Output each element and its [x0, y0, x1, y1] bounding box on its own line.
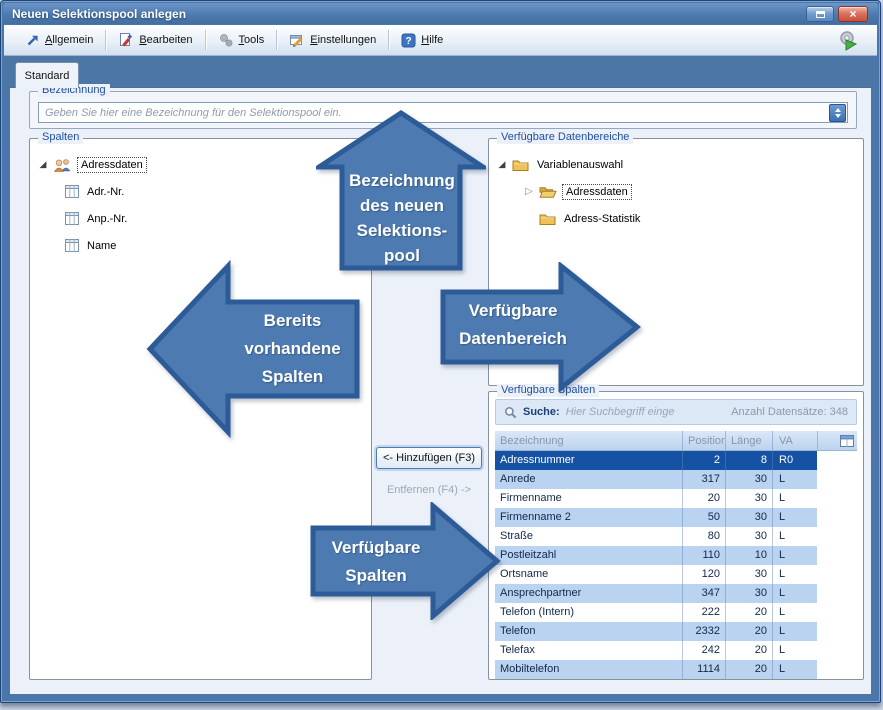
column-header-bezeichnung[interactable]: Bezeichnung [495, 431, 682, 450]
tab-standard[interactable]: Standard [15, 62, 79, 88]
run-gear-button[interactable] [834, 27, 861, 54]
verfuegbare-spalten-group: Verfügbare Spalten Suche: Anzahl Datensä… [488, 391, 864, 680]
restore-button[interactable] [806, 6, 834, 22]
column-chooser-button[interactable] [817, 431, 857, 450]
menu-hilfe[interactable]: ? Hilfe [392, 30, 452, 51]
column-header-laenge[interactable]: Länge [725, 431, 772, 450]
titlebar: Neuen Selektionspool anlegen × [3, 3, 878, 24]
tab-label: Standard [25, 70, 70, 82]
table-row[interactable]: Anrede31730L [495, 470, 817, 489]
datenbereiche-group-label: Verfügbare Datenbereiche [497, 131, 633, 144]
help-icon: ? [401, 33, 416, 48]
menu-allgemein[interactable]: Allgemein [16, 30, 102, 51]
entfernen-button[interactable]: Entfernen (F4) -> [376, 481, 482, 499]
menu-bearbeiten[interactable]: Bearbeiten [109, 29, 201, 51]
table-row[interactable]: Ortsname12030L [495, 565, 817, 584]
annotation-arrow-up [316, 110, 486, 272]
table-row[interactable]: Mobiltelefon111420L [495, 660, 817, 679]
toolbar: Allgemein Bearbeiten Tools Einstellungen [4, 25, 877, 56]
search-icon [504, 406, 517, 419]
spalten-group-label: Spalten [38, 131, 83, 144]
tree-item-label: Name [84, 239, 119, 253]
annotation-arrow-right [439, 262, 641, 392]
datenbereiche-tree: ◢ Variablenauswahl ▷ Adressdaten [489, 139, 863, 232]
hinzufuegen-button[interactable]: <- Hinzufügen (F3) [376, 447, 482, 469]
annotation-arrow-left [146, 258, 361, 440]
arrow-up-right-icon [25, 33, 40, 48]
gears-icon [218, 32, 234, 48]
table-icon [65, 185, 79, 198]
menu-einstellungen[interactable]: Einstellungen [280, 29, 385, 51]
search-bar: Suche: Anzahl Datensätze: 348 [495, 399, 857, 425]
tree-item-adressdaten-folder[interactable]: ▷ Adressdaten [497, 178, 859, 205]
column-chooser-icon [840, 435, 854, 447]
folder-icon [512, 158, 529, 171]
column-header-position[interactable]: Position [682, 431, 725, 450]
tree-item-adress-statistik[interactable]: Adress-Statistik [497, 205, 859, 232]
table-row[interactable]: Adressnummer28R0 [495, 451, 817, 470]
spinner-down-icon [835, 114, 841, 118]
toolbar-separator [205, 30, 206, 50]
table-row[interactable]: Telefon233220L [495, 622, 817, 641]
expander-expanded-icon[interactable]: ◢ [497, 160, 507, 169]
toolbar-separator [388, 30, 389, 50]
menu-tools[interactable]: Tools [209, 29, 274, 51]
expander-collapsed-icon[interactable]: ▷ [524, 187, 534, 197]
expander-expanded-icon[interactable]: ◢ [38, 160, 48, 169]
restore-icon [816, 11, 825, 18]
svg-text:?: ? [406, 36, 412, 47]
search-input[interactable] [566, 406, 716, 418]
tree-item-label: Variablenauswahl [534, 158, 626, 172]
table-header: Bezeichnung Position Länge VA [495, 431, 857, 451]
table-row[interactable]: Straße8030L [495, 527, 817, 546]
tab-page: Bezeichnung Spalten ◢ Adressdaten [10, 87, 871, 694]
dialog-window: Neuen Selektionspool anlegen × Allgemein… [0, 0, 881, 703]
table-row[interactable]: Ansprechpartner34730L [495, 584, 817, 603]
column-header-va[interactable]: VA [772, 431, 817, 450]
toolbar-separator [105, 30, 106, 50]
table-body: Adressnummer28R0 Anrede31730L Firmenname… [495, 451, 857, 679]
search-label: Suche: [523, 406, 560, 418]
table-row[interactable]: Telefon (Intern)22220L [495, 603, 817, 622]
table-icon [65, 239, 79, 252]
bezeichnung-spinner[interactable] [829, 104, 846, 122]
settings-pencil-icon [289, 32, 305, 48]
table-icon [65, 212, 79, 225]
table-row[interactable]: Postleitzahl11010L [495, 546, 817, 565]
tree-item-label: Adr.-Nr. [84, 185, 127, 199]
table-row[interactable]: Telefax24220L [495, 641, 817, 660]
edit-tool-icon [118, 32, 134, 48]
run-gear-icon [836, 29, 860, 53]
tree-item-variablenauswahl[interactable]: ◢ Variablenauswahl [497, 151, 859, 178]
close-icon: × [849, 8, 856, 20]
close-button[interactable]: × [838, 6, 868, 22]
open-folder-icon [539, 185, 557, 198]
tab-strip [4, 56, 877, 87]
tree-item-label: Adress-Statistik [561, 212, 643, 226]
toolbar-separator [276, 30, 277, 50]
folder-icon [539, 212, 556, 225]
table-row[interactable]: Firmenname2030L [495, 489, 817, 508]
tree-item-label: Anp.-Nr. [84, 212, 130, 226]
window-title: Neuen Selektionspool anlegen [12, 7, 186, 21]
annotation-arrow-bottom [309, 502, 501, 620]
users-icon [53, 158, 72, 172]
tree-item-label: Adressdaten [77, 157, 147, 173]
table-row[interactable]: Firmenname 25030L [495, 508, 817, 527]
tree-item-label: Adressdaten [562, 184, 632, 200]
record-count: Anzahl Datensätze: 348 [731, 406, 848, 418]
spinner-up-icon [835, 108, 841, 112]
